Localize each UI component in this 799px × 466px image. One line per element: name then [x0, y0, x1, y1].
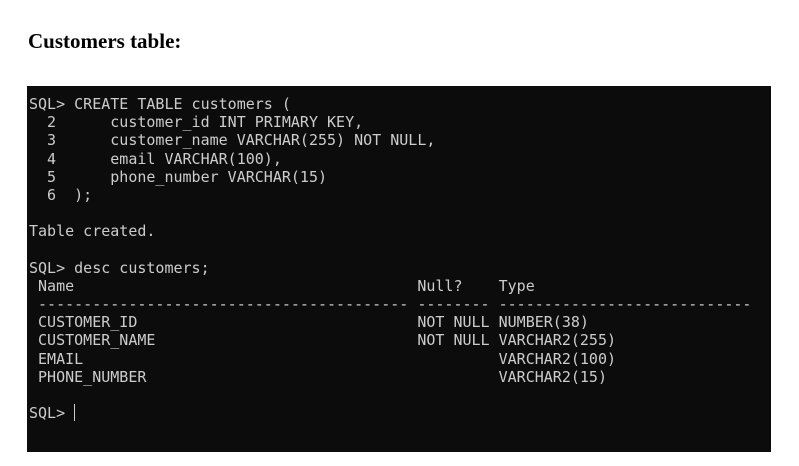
terminal-line: 6 );: [29, 185, 93, 204]
terminal-line: 2 customer_id INT PRIMARY KEY,: [29, 113, 364, 132]
terminal-line: CUSTOMER_NAME NOT NULL VARCHAR2(255): [29, 331, 616, 350]
terminal-line: 5 phone_number VARCHAR(15): [29, 167, 328, 186]
sql-prompt: SQL>: [29, 404, 66, 423]
sql-prompt-line[interactable]: SQL>: [29, 404, 771, 422]
terminal-line: 4 email VARCHAR(100),: [29, 149, 282, 168]
terminal-line: Name Null? Type: [29, 276, 535, 295]
terminal-line: ----------------------------------------…: [29, 295, 752, 314]
terminal-line: SQL> CREATE TABLE customers (: [29, 95, 291, 113]
terminal-line: PHONE_NUMBER VARCHAR2(15): [29, 367, 607, 386]
sqlplus-terminal[interactable]: SQL> CREATE TABLE customers ( 2 customer…: [27, 86, 771, 452]
terminal-line: 3 customer_name VARCHAR(255) NOT NULL,: [29, 131, 436, 150]
page-heading: Customers table:: [28, 29, 182, 53]
terminal-line: SQL> desc customers;: [29, 258, 210, 277]
text-cursor: [74, 404, 76, 422]
terminal-line: EMAIL VARCHAR2(100): [29, 349, 616, 368]
terminal-line: CUSTOMER_ID NOT NULL NUMBER(38): [29, 313, 589, 332]
terminal-line: Table created.: [29, 222, 156, 241]
